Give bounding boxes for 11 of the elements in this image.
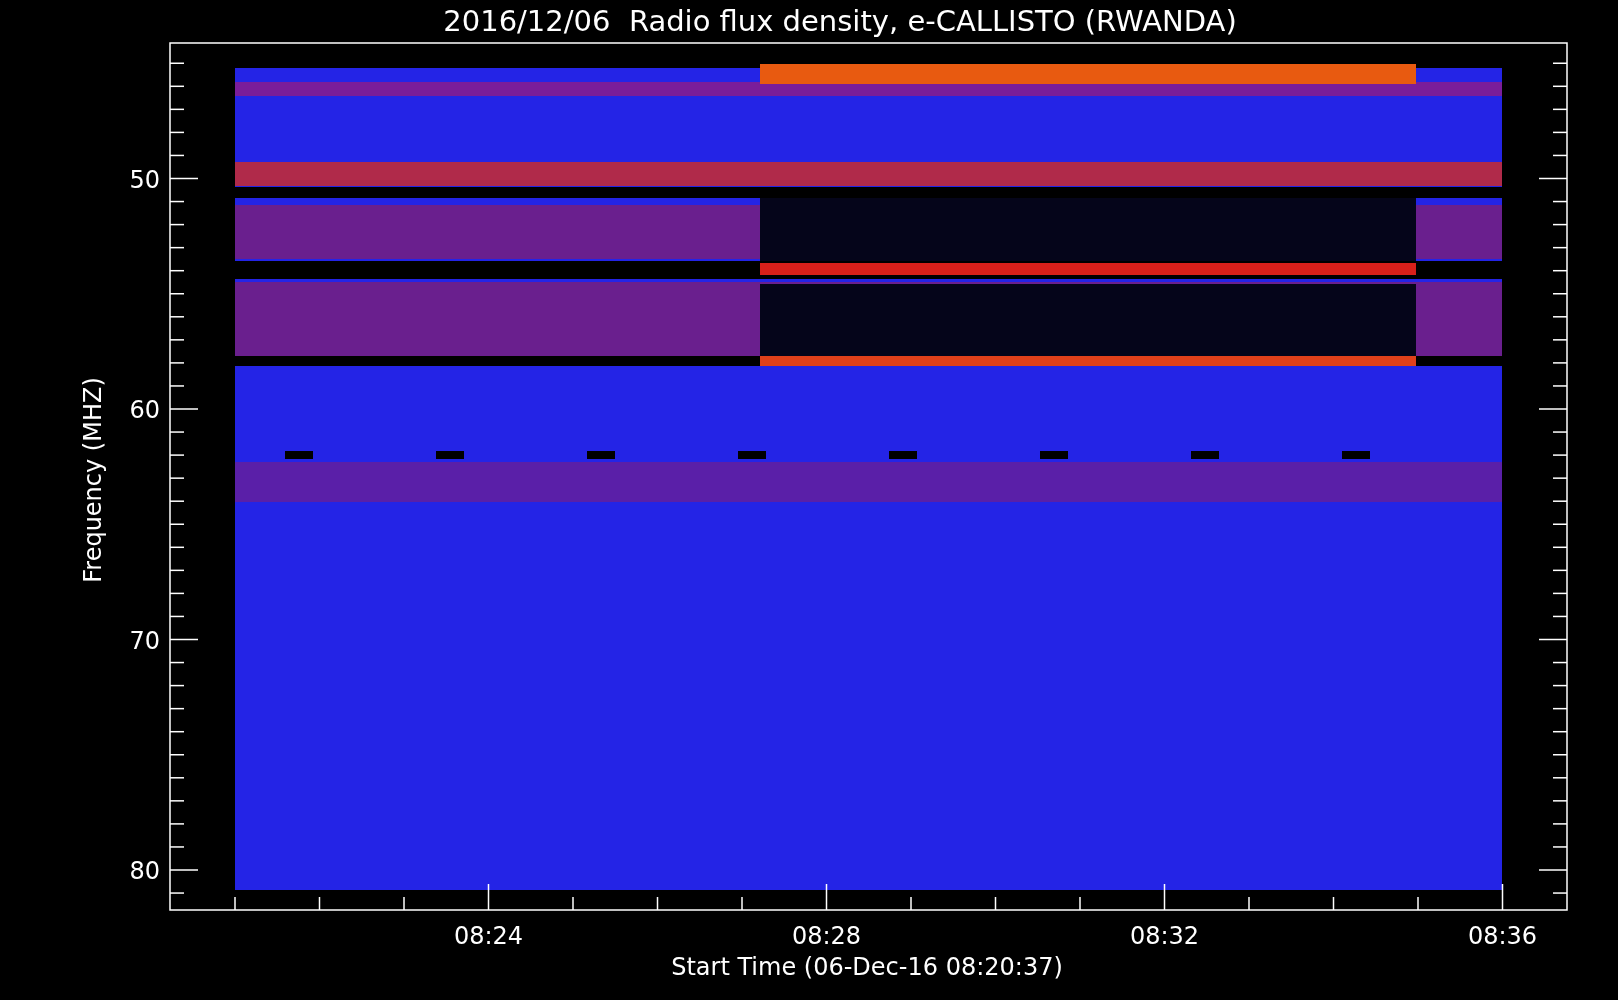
x-axis-label: Start Time (06-Dec-16 08:20:37) — [671, 953, 1063, 981]
chart-title: 2016/12/06 Radio flux density, e-CALLISTO (RWANDA) — [443, 4, 1237, 38]
x-tick-label: 08:36 — [1467, 922, 1538, 950]
y-tick-label: 60 — [129, 396, 160, 424]
y-tick-label: 70 — [129, 626, 160, 655]
x-tick-label: 08:24 — [453, 922, 524, 950]
x-tick-label: 08:32 — [1129, 922, 1200, 950]
y-tick-label: 80 — [129, 857, 160, 885]
x-tick-label: 08:28 — [791, 922, 862, 950]
y-axis-label: Frequency (MHZ) — [79, 377, 107, 583]
y-tick-label: 50 — [129, 165, 160, 194]
